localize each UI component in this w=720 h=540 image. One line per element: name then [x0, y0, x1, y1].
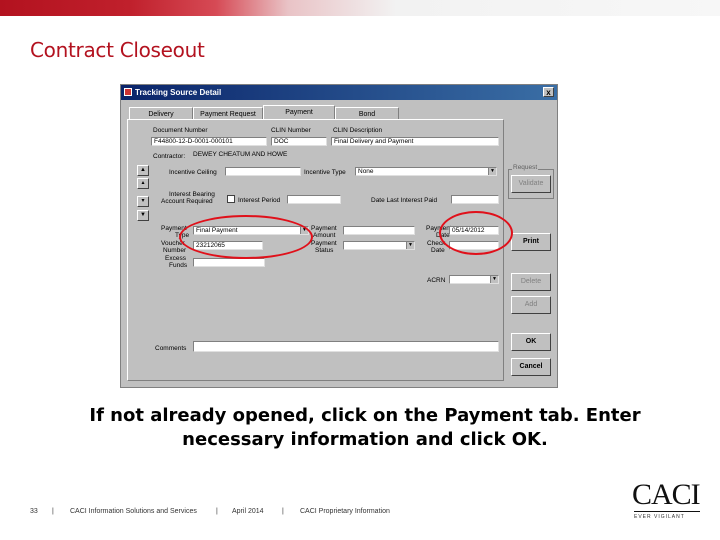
- document-number-field[interactable]: F44800-12-D-0001-000101: [151, 137, 267, 146]
- caption-line-1: If not already opened, click on the Paym…: [89, 405, 641, 426]
- payment-amount-field[interactable]: [343, 226, 415, 235]
- ok-button[interactable]: OK: [511, 333, 551, 351]
- incentive-type-select[interactable]: None ▼: [355, 167, 497, 176]
- payment-amount-label-2: Amount: [313, 232, 336, 239]
- interest-period-field[interactable]: [287, 195, 341, 204]
- close-icon[interactable]: x: [543, 87, 554, 97]
- payment-amount-label-1: Payment: [311, 225, 337, 232]
- date-last-interest-field[interactable]: [451, 195, 499, 204]
- chevron-down-icon: ▼: [406, 242, 414, 249]
- footer-company: CACI Information Solutions and Services: [70, 508, 197, 515]
- contractor-label: Contractor:: [153, 153, 186, 160]
- excess-label-2: Funds: [169, 262, 188, 269]
- payment-status-select[interactable]: ▼: [343, 241, 415, 250]
- add-button[interactable]: Add: [511, 296, 551, 314]
- caci-logo: CACI: [632, 478, 701, 511]
- interest-bearing-checkbox[interactable]: [227, 195, 235, 203]
- excess-label-1: Excess: [165, 255, 186, 262]
- first-record-icon[interactable]: ▲: [137, 165, 149, 176]
- payment-type-highlight: [179, 215, 313, 259]
- interest-bearing-label-2: Account Required: [161, 198, 213, 205]
- app-icon: [124, 88, 132, 96]
- window-title-bar: Tracking Source Detail x: [121, 85, 557, 100]
- caption-line-2: necessary information and click OK.: [182, 429, 548, 450]
- interest-period-label: Interest Period: [238, 197, 281, 204]
- comments-field[interactable]: [193, 341, 499, 352]
- clin-description-label: CLIN Description: [333, 127, 383, 134]
- date-last-interest-label: Date Last Interest Paid: [371, 197, 438, 204]
- contractor-value: DEWEY CHEATUM AND HOWE: [191, 151, 299, 160]
- print-button[interactable]: Print: [511, 233, 551, 251]
- document-number-label: Document Number: [153, 127, 208, 134]
- prev-record-icon[interactable]: ▴: [137, 178, 149, 189]
- footer-separator: |: [216, 508, 218, 515]
- cancel-button[interactable]: Cancel: [511, 358, 551, 376]
- tab-payment[interactable]: Payment: [263, 105, 335, 120]
- acrn-select[interactable]: ▼: [449, 275, 499, 284]
- footer-separator: |: [282, 508, 284, 515]
- payment-status-label-2: Status: [315, 247, 334, 254]
- logo-tagline: EVER VIGILANT: [634, 514, 685, 520]
- instruction-caption: If not already opened, click on the Paym…: [60, 404, 670, 452]
- acrn-label: ACRN: [427, 277, 446, 284]
- payment-status-label-1: Payment: [311, 240, 337, 247]
- interest-bearing-label-1: Interest Bearing: [169, 191, 215, 198]
- footer-date: April 2014: [232, 508, 264, 515]
- tracking-source-window: Tracking Source Detail x Delivery Paymen…: [120, 84, 558, 388]
- logo-divider: [634, 511, 700, 512]
- footer-notice: CACI Proprietary Information: [300, 508, 390, 515]
- incentive-type-value: None: [358, 168, 374, 175]
- incentive-type-label: Incentive Type: [304, 169, 346, 176]
- delete-button[interactable]: Delete: [511, 273, 551, 291]
- check-date-label-2: Date: [431, 247, 445, 254]
- payment-date-highlight: [439, 211, 513, 255]
- excess-funds-field[interactable]: [193, 258, 265, 267]
- comments-label: Comments: [155, 345, 187, 352]
- footer-page-number: 33: [30, 508, 38, 515]
- window-title: Tracking Source Detail: [135, 88, 222, 97]
- tab-bar: Delivery Payment Request Payment Bond: [129, 105, 399, 120]
- clin-description-field[interactable]: Final Delivery and Payment: [331, 137, 499, 146]
- next-record-icon[interactable]: ▾: [137, 196, 149, 207]
- voucher-label-2: Number: [163, 247, 187, 254]
- validate-button[interactable]: Validate: [511, 175, 551, 193]
- last-record-icon[interactable]: ▼: [137, 210, 149, 221]
- footer-separator: |: [52, 508, 54, 515]
- clin-number-field[interactable]: DOC: [271, 137, 327, 146]
- top-accent-bar: [0, 0, 720, 16]
- slide-title: Contract Closeout: [30, 38, 205, 62]
- chevron-down-icon: ▼: [488, 168, 496, 175]
- chevron-down-icon: ▼: [490, 276, 498, 283]
- clin-number-label: CLIN Number: [271, 127, 311, 134]
- request-group-label: Request: [512, 164, 539, 171]
- incentive-ceiling-label: Incentive Ceiling: [169, 169, 217, 176]
- incentive-ceiling-field[interactable]: [225, 167, 301, 176]
